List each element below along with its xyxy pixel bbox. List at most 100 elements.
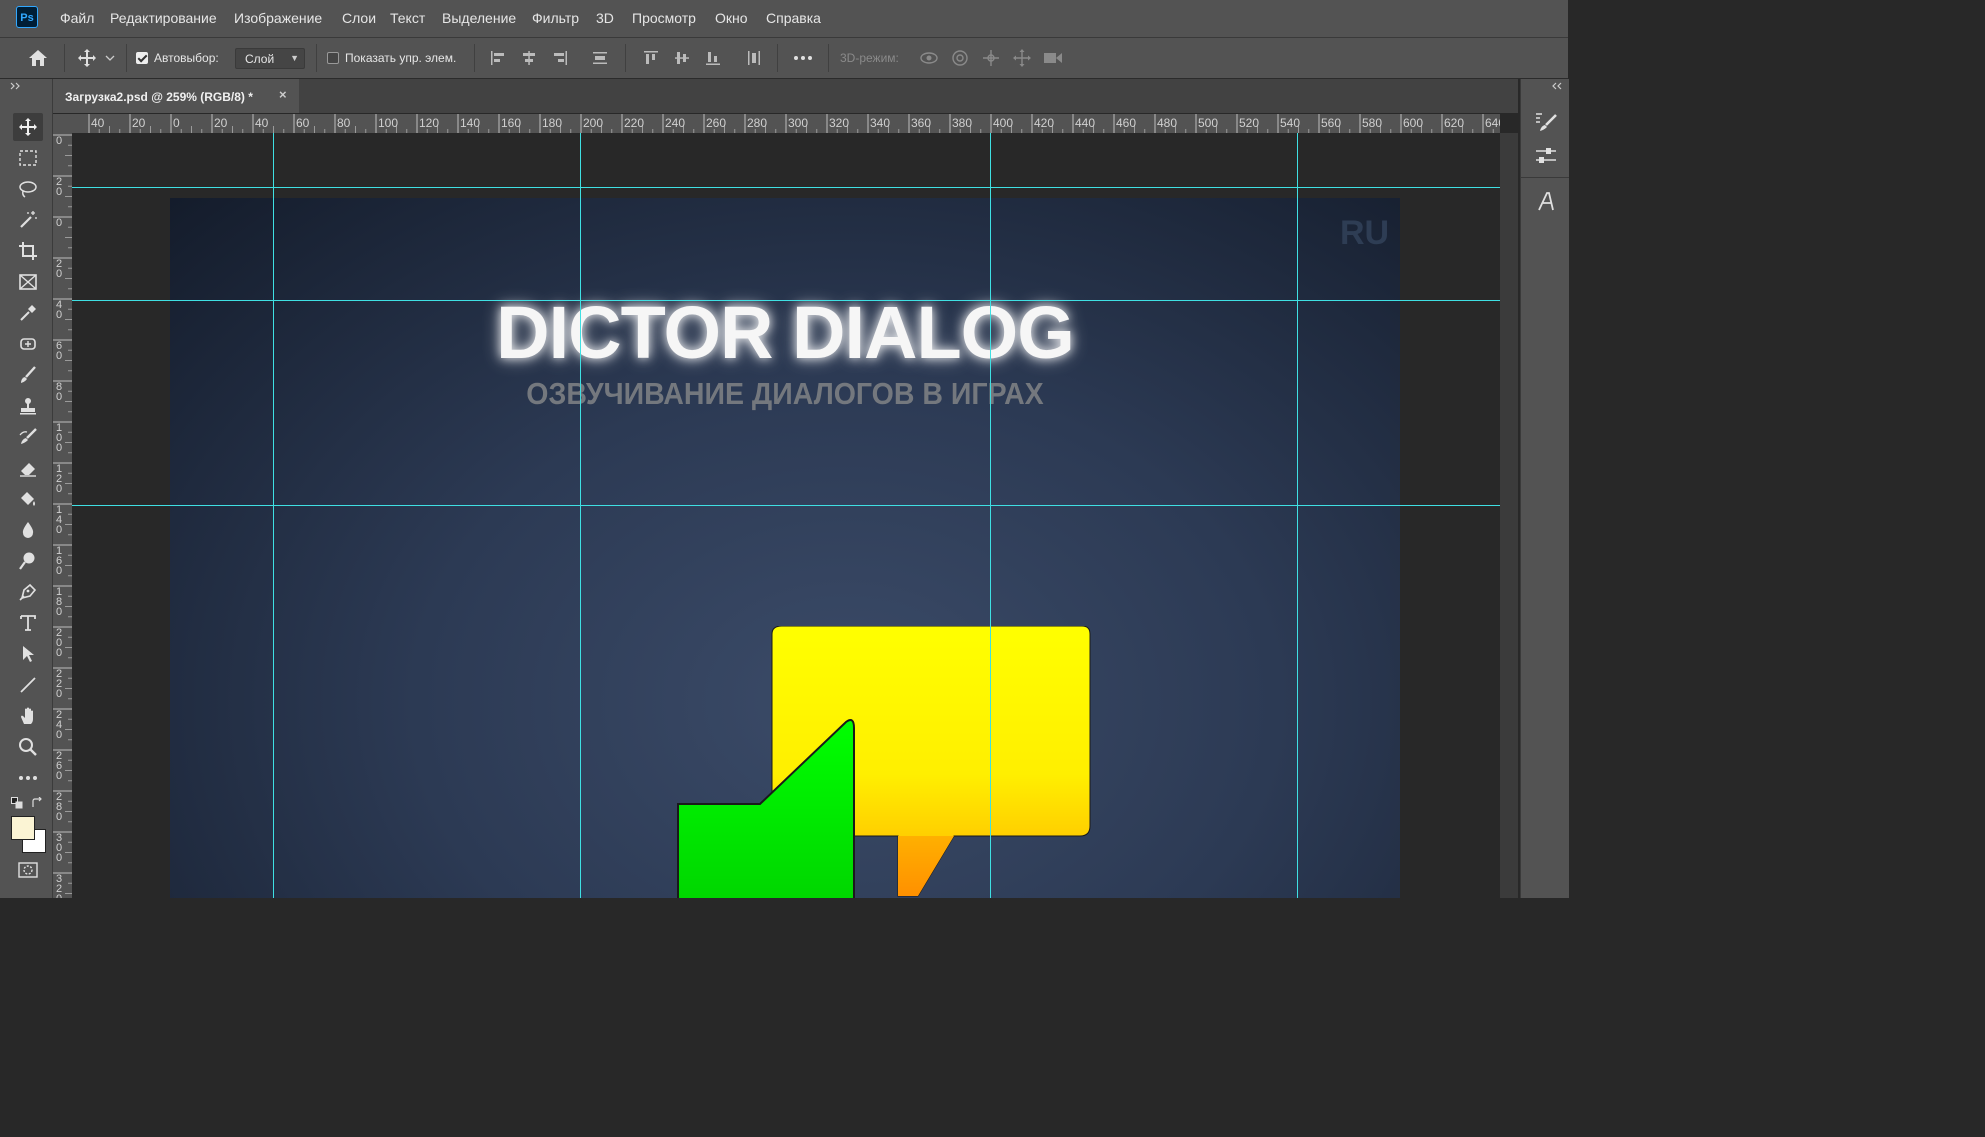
horizontal-guide[interactable] bbox=[72, 187, 1500, 188]
ruler-label: 380 bbox=[952, 116, 973, 130]
type-tool[interactable] bbox=[13, 609, 43, 637]
pan-3d-button[interactable] bbox=[979, 46, 1003, 70]
eraser-tool[interactable] bbox=[13, 454, 43, 482]
blur-icon bbox=[22, 522, 34, 538]
foreground-color-swatch[interactable] bbox=[11, 816, 35, 840]
default-colors-icon[interactable] bbox=[11, 797, 23, 809]
menu-layers[interactable]: Слои bbox=[342, 10, 376, 26]
ruler-label: 0 bbox=[56, 811, 63, 823]
clone-stamp-icon bbox=[20, 398, 36, 415]
menu-type[interactable]: Текст bbox=[390, 10, 425, 26]
ruler-label: 0 bbox=[56, 565, 63, 577]
menu-file[interactable]: Файл bbox=[60, 10, 94, 26]
menu-3d[interactable]: 3D bbox=[596, 10, 614, 26]
line-tool[interactable] bbox=[13, 671, 43, 699]
crop-tool[interactable] bbox=[13, 237, 43, 265]
separator bbox=[828, 44, 829, 72]
scale-3d-button[interactable] bbox=[1041, 46, 1065, 70]
edit-toolbar-button[interactable] bbox=[13, 764, 43, 792]
home-button[interactable] bbox=[26, 46, 50, 70]
brush-icon bbox=[21, 366, 36, 383]
align-bottom-button[interactable] bbox=[701, 46, 725, 70]
roll-3d-button[interactable] bbox=[948, 46, 972, 70]
hand-icon bbox=[21, 707, 33, 724]
ruler-label: 340 bbox=[870, 116, 891, 130]
ruler-label: 440 bbox=[1075, 116, 1096, 130]
character-panel-button[interactable] bbox=[1531, 187, 1561, 217]
canvas-area[interactable]: RU DICTOR DIALOG ОЗВУЧИВАНИЕ ДИАЛОГОВ В … bbox=[72, 133, 1500, 898]
ruler-label: 0 bbox=[56, 729, 63, 741]
move-icon bbox=[78, 49, 96, 67]
brush-tool[interactable] bbox=[13, 361, 43, 389]
align-middle-button[interactable] bbox=[670, 46, 694, 70]
vertical-scrollbar[interactable] bbox=[1500, 133, 1518, 898]
ruler-label: 320 bbox=[829, 116, 850, 130]
ruler-origin[interactable] bbox=[53, 114, 72, 133]
menu-image[interactable]: Изображение bbox=[234, 10, 322, 26]
orbit-3d-button[interactable] bbox=[917, 46, 941, 70]
eyedropper-tool[interactable] bbox=[13, 299, 43, 327]
vertical-guide[interactable] bbox=[273, 133, 274, 898]
dodge-tool[interactable] bbox=[13, 547, 43, 575]
blur-tool[interactable] bbox=[13, 516, 43, 544]
roll-3d-icon bbox=[952, 50, 968, 66]
align-left-button[interactable] bbox=[486, 46, 510, 70]
slide-3d-button[interactable] bbox=[1010, 46, 1034, 70]
document-canvas[interactable]: RU DICTOR DIALOG ОЗВУЧИВАНИЕ ДИАЛОГОВ В … bbox=[170, 198, 1400, 898]
pen-tool[interactable] bbox=[13, 578, 43, 606]
horizontal-guide[interactable] bbox=[72, 505, 1500, 506]
brush-settings-button[interactable] bbox=[1531, 107, 1561, 137]
expand-panel-icon[interactable] bbox=[10, 82, 22, 90]
hand-tool[interactable] bbox=[13, 702, 43, 730]
horizontal-guide[interactable] bbox=[72, 300, 1500, 301]
distribute-vertical-button[interactable] bbox=[588, 46, 612, 70]
menu-view[interactable]: Просмотр bbox=[632, 10, 696, 26]
adjustments-button[interactable] bbox=[1531, 141, 1561, 171]
show-transform-controls-checkbox[interactable] bbox=[327, 52, 339, 64]
align-center-h-button[interactable] bbox=[517, 46, 541, 70]
collapse-panel-icon[interactable] bbox=[1551, 82, 1563, 90]
vertical-guide[interactable] bbox=[580, 133, 581, 898]
horizontal-ruler[interactable]: 40 20 0 20 40 60 80 100 120 140 160 180 200 220 240 260… bbox=[72, 114, 1500, 134]
autoselect-select[interactable]: Слой ▼ bbox=[235, 48, 305, 69]
menu-window[interactable]: Окно bbox=[715, 10, 748, 26]
ruler-label: 0 bbox=[56, 483, 63, 495]
magic-wand-tool[interactable] bbox=[13, 206, 43, 234]
preset-dropdown[interactable] bbox=[102, 46, 118, 70]
close-tab-button[interactable]: × bbox=[279, 87, 287, 102]
menu-select[interactable]: Выделение bbox=[442, 10, 516, 26]
move-tool[interactable] bbox=[13, 113, 43, 141]
align-right-button[interactable] bbox=[548, 46, 572, 70]
path-selection-icon bbox=[23, 646, 34, 662]
menu-help[interactable]: Справка bbox=[766, 10, 821, 26]
zoom-tool[interactable] bbox=[13, 733, 43, 761]
autoselect-value: Слой bbox=[245, 52, 275, 66]
lasso-tool[interactable] bbox=[13, 175, 43, 203]
ruler-label: 480 bbox=[1157, 116, 1178, 130]
document-tab[interactable]: Загрузка2.psd @ 259% (RGB/8) * × bbox=[53, 79, 299, 113]
vertical-guide[interactable] bbox=[1297, 133, 1298, 898]
swap-colors-icon[interactable] bbox=[31, 797, 43, 809]
paint-bucket-tool[interactable] bbox=[13, 485, 43, 513]
distribute-horizontal-button[interactable] bbox=[742, 46, 766, 70]
quick-mask-button[interactable] bbox=[13, 857, 43, 883]
clone-stamp-tool[interactable] bbox=[13, 392, 43, 420]
vertical-ruler[interactable]: 0200204060801001201401601802002202402602… bbox=[53, 133, 73, 898]
align-top-button[interactable] bbox=[639, 46, 663, 70]
ruler-label: 0 bbox=[56, 770, 63, 782]
healing-brush-tool[interactable] bbox=[13, 330, 43, 358]
path-selection-tool[interactable] bbox=[13, 640, 43, 668]
frame-tool[interactable] bbox=[13, 268, 43, 296]
more-options-button[interactable] bbox=[791, 46, 815, 70]
history-brush-tool[interactable] bbox=[13, 423, 43, 451]
separator bbox=[316, 44, 317, 72]
menu-edit[interactable]: Редактирование bbox=[110, 10, 217, 26]
brush-settings-icon bbox=[1536, 113, 1557, 131]
menu-filter[interactable]: Фильтр bbox=[532, 10, 579, 26]
separator bbox=[126, 44, 127, 72]
autoselect-checkbox[interactable] bbox=[136, 52, 148, 64]
marquee-tool[interactable] bbox=[13, 144, 43, 172]
move-tool-preset[interactable] bbox=[75, 46, 99, 70]
vertical-guide[interactable] bbox=[990, 133, 991, 898]
ruler-label: 540 bbox=[1280, 116, 1301, 130]
